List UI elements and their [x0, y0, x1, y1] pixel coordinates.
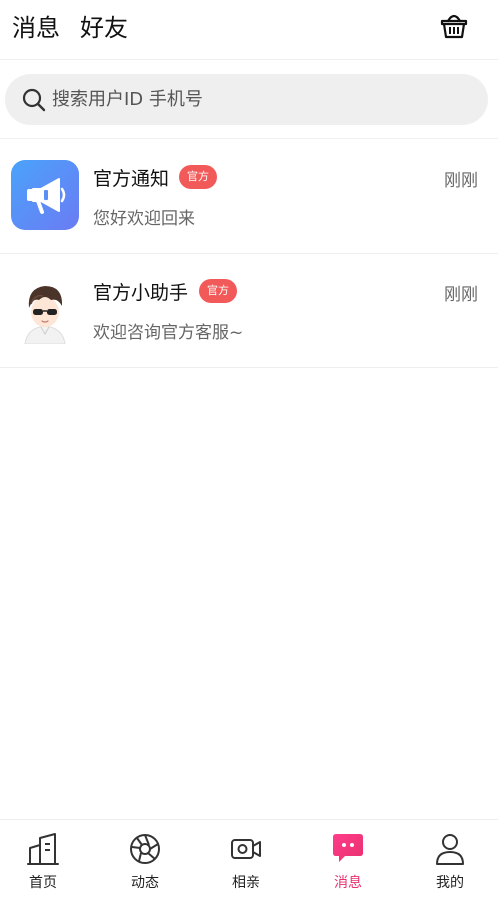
tab-profile[interactable]: 我的 — [407, 820, 498, 899]
bottom-tab-bar: 首页 动态 相亲 消息 我的 — [0, 819, 498, 899]
conversation-time: 刚刚 — [444, 171, 478, 191]
conversation-item-official-notice[interactable]: 官方通知 官方 刚刚 您好欢迎回来 — [0, 140, 498, 254]
tab-messages-bottom[interactable]: 消息 — [305, 820, 405, 899]
search-input[interactable] — [52, 74, 472, 125]
home-building-icon — [27, 833, 59, 865]
conversation-item-official-assistant[interactable]: 官方小助手 官方 刚刚 欢迎咨询官方客服~ — [0, 254, 498, 368]
conversation-time: 刚刚 — [444, 285, 478, 305]
tab-dating[interactable]: 相亲 — [203, 820, 303, 899]
search-bar[interactable] — [5, 74, 488, 125]
tab-home[interactable]: 首页 — [0, 820, 100, 899]
official-badge: 官方 — [179, 165, 217, 189]
assistant-avatar — [11, 274, 79, 344]
search-icon — [22, 88, 46, 112]
tab-moments[interactable]: 动态 — [102, 820, 202, 899]
tab-label: 我的 — [436, 875, 464, 891]
tab-label: 相亲 — [232, 875, 260, 891]
conversation-preview: 您好欢迎回来 — [93, 209, 195, 229]
basket-icon[interactable] — [438, 9, 470, 41]
conversation-preview: 欢迎咨询官方客服~ — [93, 323, 244, 343]
conversation-name: 官方小助手 — [93, 282, 189, 304]
tab-label: 首页 — [29, 875, 57, 891]
search-section — [0, 61, 498, 139]
top-header: 消息 好友 — [0, 0, 498, 60]
tab-label: 消息 — [334, 875, 362, 891]
video-camera-icon — [231, 839, 261, 859]
conversation-name: 官方通知 — [93, 168, 170, 190]
tab-messages[interactable]: 消息 — [12, 8, 60, 43]
official-badge: 官方 — [199, 279, 237, 303]
tab-friends[interactable]: 好友 — [80, 8, 128, 43]
tab-label: 动态 — [131, 875, 159, 891]
megaphone-icon — [11, 160, 79, 230]
chat-bubble-icon — [333, 834, 363, 862]
aperture-icon — [130, 834, 160, 864]
person-icon — [436, 834, 464, 865]
